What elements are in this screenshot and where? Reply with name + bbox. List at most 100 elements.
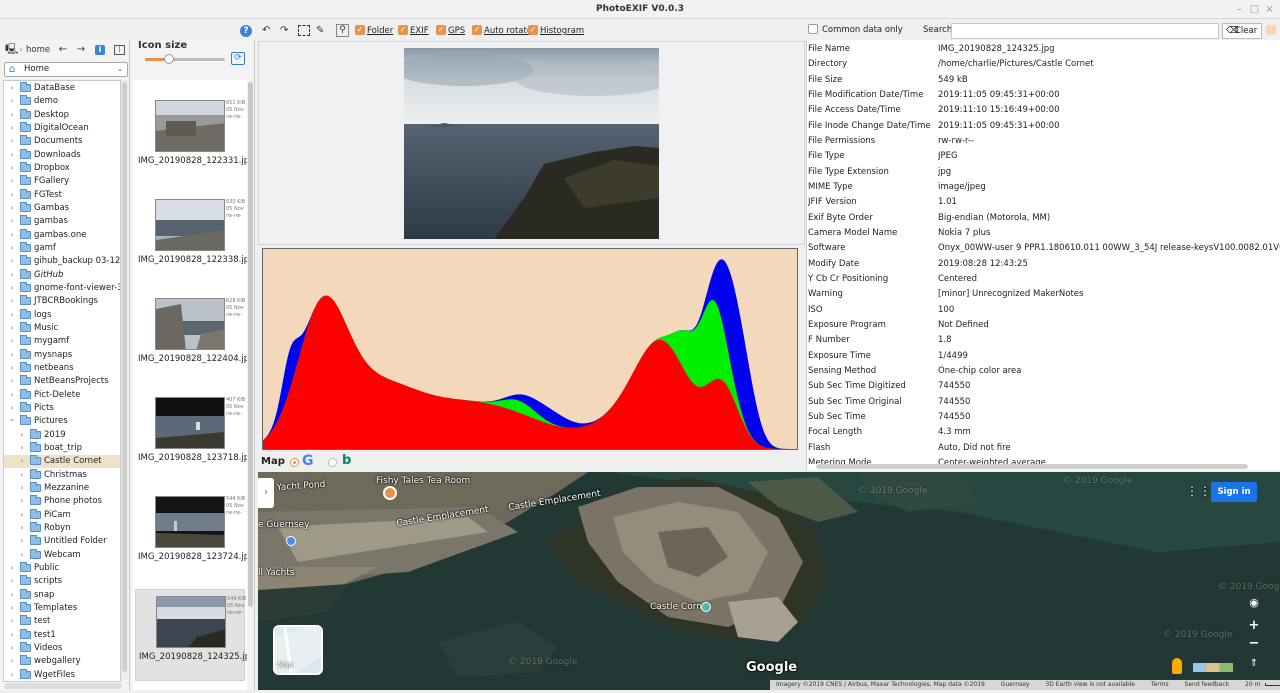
tree-item[interactable]: › mygamf xyxy=(4,335,120,348)
tree-item[interactable]: › Music xyxy=(4,321,120,335)
chevron-right-icon[interactable]: › xyxy=(8,322,16,335)
panel-options-checkbox[interactable] xyxy=(1266,25,1276,35)
chevron-right-icon[interactable]: › xyxy=(8,202,16,215)
chevron-right-icon[interactable]: › xyxy=(18,535,26,548)
tree-item[interactable]: › gihub_backup 03-12-19 xyxy=(4,255,120,268)
clear-button[interactable]: ⌫ Clear xyxy=(1222,23,1262,39)
chevron-right-icon[interactable]: › xyxy=(18,442,26,455)
expand-panel-icon[interactable]: › xyxy=(258,478,274,508)
breadcrumb-home[interactable]: home xyxy=(26,42,50,58)
tree-item[interactable]: › Castle Cornet xyxy=(4,455,120,469)
tree-horizontal-scrollbar[interactable] xyxy=(4,683,122,689)
chevron-right-icon[interactable]: › xyxy=(8,109,16,122)
chevron-right-icon[interactable]: › xyxy=(8,95,16,108)
tree-item[interactable]: › GitHub xyxy=(4,268,120,282)
checkbox-exif[interactable]: ✓ xyxy=(398,25,408,35)
thumbnail-item[interactable]: 630 KiB05 Nov 2rw-rw- IMG_20190828_122338… xyxy=(135,193,247,285)
thumbnail-item[interactable]: 628 KiB05 Nov 2rw-rw- IMG_20190828_122404… xyxy=(135,292,247,384)
thumbnail-item[interactable]: 651 KiB05 Nov 2rw-rw- IMG_20190828_122331… xyxy=(135,94,247,186)
zoom-in-icon[interactable]: + xyxy=(1247,618,1261,633)
tree-item[interactable]: › Videos xyxy=(4,641,120,655)
tree-item[interactable]: › DataBase xyxy=(4,82,120,95)
rotate-right-icon[interactable]: ↷ xyxy=(280,24,288,38)
chevron-right-icon[interactable]: › xyxy=(8,389,16,402)
thumbnail-item[interactable]: 549 KiB05 Nov 2rw-rw- IMG_20190828_124325… xyxy=(135,589,247,681)
thumbnail-item[interactable]: 544 KiB05 Nov 2rw-rw- IMG_20190828_123724… xyxy=(135,490,247,582)
tree-item[interactable]: › WgetFiles xyxy=(4,668,120,681)
chevron-right-icon[interactable]: › xyxy=(8,562,16,575)
chevron-right-icon[interactable]: › xyxy=(8,242,16,255)
signin-button[interactable]: Sign in xyxy=(1211,482,1257,502)
chevron-right-icon[interactable]: › xyxy=(8,149,16,162)
exif-horizontal-scrollbar[interactable] xyxy=(816,464,1248,469)
tree-item[interactable]: › Untitled Folder xyxy=(4,535,120,548)
tree-item[interactable]: › boat_trip xyxy=(4,441,120,455)
chevron-right-icon[interactable]: › xyxy=(8,642,16,655)
tree-item[interactable]: › test xyxy=(4,615,120,628)
tree-item[interactable]: › Robyn xyxy=(4,521,120,535)
tree-item[interactable]: › Documents xyxy=(4,135,120,148)
thumbnail-item[interactable]: 407 KiB05 Nov 2rw-rw- IMG_20190828_123718… xyxy=(135,391,247,483)
tilt-icon[interactable]: ⇑ xyxy=(1247,658,1261,672)
google-radio[interactable] xyxy=(290,458,299,467)
chevron-right-icon[interactable]: › xyxy=(8,269,16,282)
chevron-right-icon[interactable]: › xyxy=(8,349,16,362)
chevron-right-icon[interactable]: › xyxy=(8,655,16,668)
feedback-link[interactable]: Send feedback xyxy=(1185,681,1230,688)
chevron-right-icon[interactable]: › xyxy=(8,362,16,375)
tree-item[interactable]: › snap xyxy=(4,588,120,602)
tree-scrollbar[interactable] xyxy=(121,80,128,680)
chevron-right-icon[interactable]: › xyxy=(18,469,26,482)
tree-item[interactable]: › Desktop xyxy=(4,108,120,122)
checkbox-gps[interactable]: ✓ xyxy=(436,25,446,35)
checkbox-folder[interactable]: ✓ xyxy=(355,25,365,35)
forward-arrow-icon[interactable]: → xyxy=(75,42,87,58)
tree-item[interactable]: › JTBCRBookings xyxy=(4,295,120,308)
tree-item[interactable]: › Downloads xyxy=(4,148,120,162)
chevron-right-icon[interactable]: › xyxy=(8,629,16,642)
chevron-right-icon[interactable]: › xyxy=(8,82,16,95)
chevron-right-icon[interactable]: › xyxy=(18,495,26,508)
tree-item[interactable]: › Picts xyxy=(4,401,120,415)
tree-item[interactable]: › logs xyxy=(4,308,120,322)
attribution-region[interactable]: Guernsey xyxy=(1001,681,1030,688)
my-location-icon[interactable]: ◉ xyxy=(1247,596,1261,610)
tree-item[interactable]: › Dropbox xyxy=(4,161,120,175)
tree-item[interactable]: › FGallery xyxy=(4,175,120,188)
checkbox-histogram[interactable]: ✓ xyxy=(528,25,538,35)
tree-item[interactable]: › Templates xyxy=(4,601,120,615)
tree-item[interactable]: › gambas.one xyxy=(4,228,120,242)
chevron-right-icon[interactable]: › xyxy=(8,122,16,135)
minimize-icon[interactable]: – xyxy=(1232,2,1247,17)
tree-item[interactable]: › netbeans xyxy=(4,361,120,375)
chevron-right-icon[interactable]: › xyxy=(8,589,16,602)
tree-item[interactable]: › Pict-Delete xyxy=(4,388,120,402)
panel-toggle-icon[interactable]: | xyxy=(114,45,125,55)
back-arrow-icon[interactable]: ← xyxy=(57,42,69,58)
zoom-out-icon[interactable]: − xyxy=(1247,636,1261,651)
tree-item[interactable]: › webgallery xyxy=(4,655,120,668)
tree-item[interactable]: › test1 xyxy=(4,628,120,642)
tree-item[interactable]: › NetBeansProjects xyxy=(4,375,120,388)
chevron-right-icon[interactable]: › xyxy=(18,522,26,535)
terms-link[interactable]: Terms xyxy=(1151,681,1169,688)
chevron-right-icon[interactable]: › xyxy=(18,482,26,495)
satellite-map[interactable]: Fishy Tales Tea Room del Yacht Pond Castle… xyxy=(258,472,1280,690)
zoom-icon[interactable]: ⚲ xyxy=(336,24,349,37)
tree-item[interactable]: › DigitalOcean xyxy=(4,121,120,135)
crop-icon[interactable] xyxy=(298,25,310,36)
chevron-right-icon[interactable]: › xyxy=(8,229,16,242)
chevron-right-icon[interactable]: › xyxy=(8,295,16,308)
map-place-label[interactable]: Fishy Tales Tea Room xyxy=(376,476,470,486)
bing-radio[interactable] xyxy=(328,458,337,467)
close-icon[interactable]: × xyxy=(1262,2,1277,17)
rotate-left-icon[interactable]: ↶ xyxy=(262,24,270,38)
map-place-label[interactable]: ll Yachts xyxy=(258,568,295,578)
chevron-right-icon[interactable]: › xyxy=(8,135,16,148)
chevron-right-icon[interactable]: › xyxy=(8,309,16,322)
cafe-pin-icon[interactable] xyxy=(383,486,397,500)
edit-pen-icon[interactable]: ✎ xyxy=(316,24,324,38)
chevron-right-icon[interactable]: › xyxy=(18,549,26,562)
chevron-right-icon[interactable]: › xyxy=(8,175,16,188)
tree-item[interactable]: › PiCam xyxy=(4,508,120,522)
